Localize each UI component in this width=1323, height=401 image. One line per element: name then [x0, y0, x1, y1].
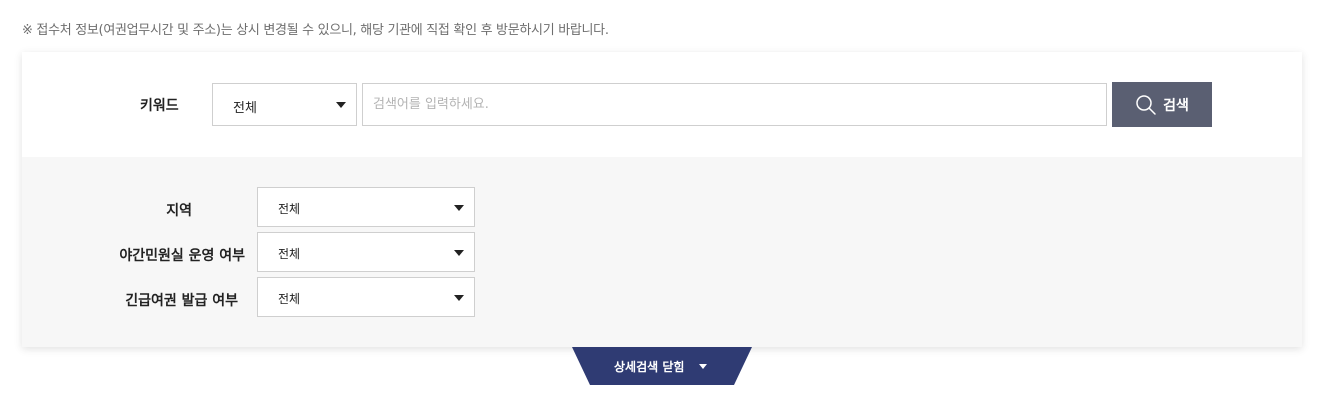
- search-button[interactable]: 검색: [1112, 82, 1212, 127]
- keyword-search-input[interactable]: [362, 83, 1107, 126]
- caret-down-icon: [454, 205, 464, 211]
- region-select[interactable]: 전체: [257, 187, 475, 227]
- caret-down-icon: [454, 295, 464, 301]
- caret-down-icon: [699, 364, 707, 369]
- keyword-scope-value: 전체: [233, 101, 257, 116]
- search-icon: [1135, 94, 1157, 116]
- caret-down-icon: [336, 102, 346, 108]
- night-office-label: 야간민원실 운영 여부: [119, 248, 245, 264]
- notice-text: ※ 접수처 정보(여권업무시간 및 주소)는 상시 변경될 수 있으니, 해당 …: [22, 23, 609, 38]
- keyword-scope-select[interactable]: 전체: [212, 83, 357, 126]
- advanced-search-toggle-label: 상세검색 닫힘: [614, 360, 685, 374]
- search-panel: 키워드 전체 검색 지역 전체 야간민원실 운영 여부 전체 긴: [22, 52, 1302, 347]
- urgent-passport-select-value: 전체: [278, 292, 301, 306]
- region-label: 지역: [166, 203, 192, 219]
- region-select-value: 전체: [278, 202, 301, 216]
- keyword-search-row: 키워드 전체 검색: [22, 52, 1302, 157]
- caret-down-icon: [454, 250, 464, 256]
- urgent-passport-label: 긴급여권 발급 여부: [125, 293, 238, 309]
- keyword-label: 키워드: [140, 98, 179, 114]
- urgent-passport-select[interactable]: 전체: [257, 277, 475, 317]
- night-office-select-value: 전체: [278, 247, 301, 261]
- search-button-label: 검색: [1163, 97, 1189, 114]
- advanced-search-toggle[interactable]: 상세검색 닫힘: [572, 347, 752, 385]
- advanced-filters: 지역 전체 야간민원실 운영 여부 전체 긴급여권 발급 여부 전체: [22, 157, 1302, 347]
- night-office-select[interactable]: 전체: [257, 232, 475, 272]
